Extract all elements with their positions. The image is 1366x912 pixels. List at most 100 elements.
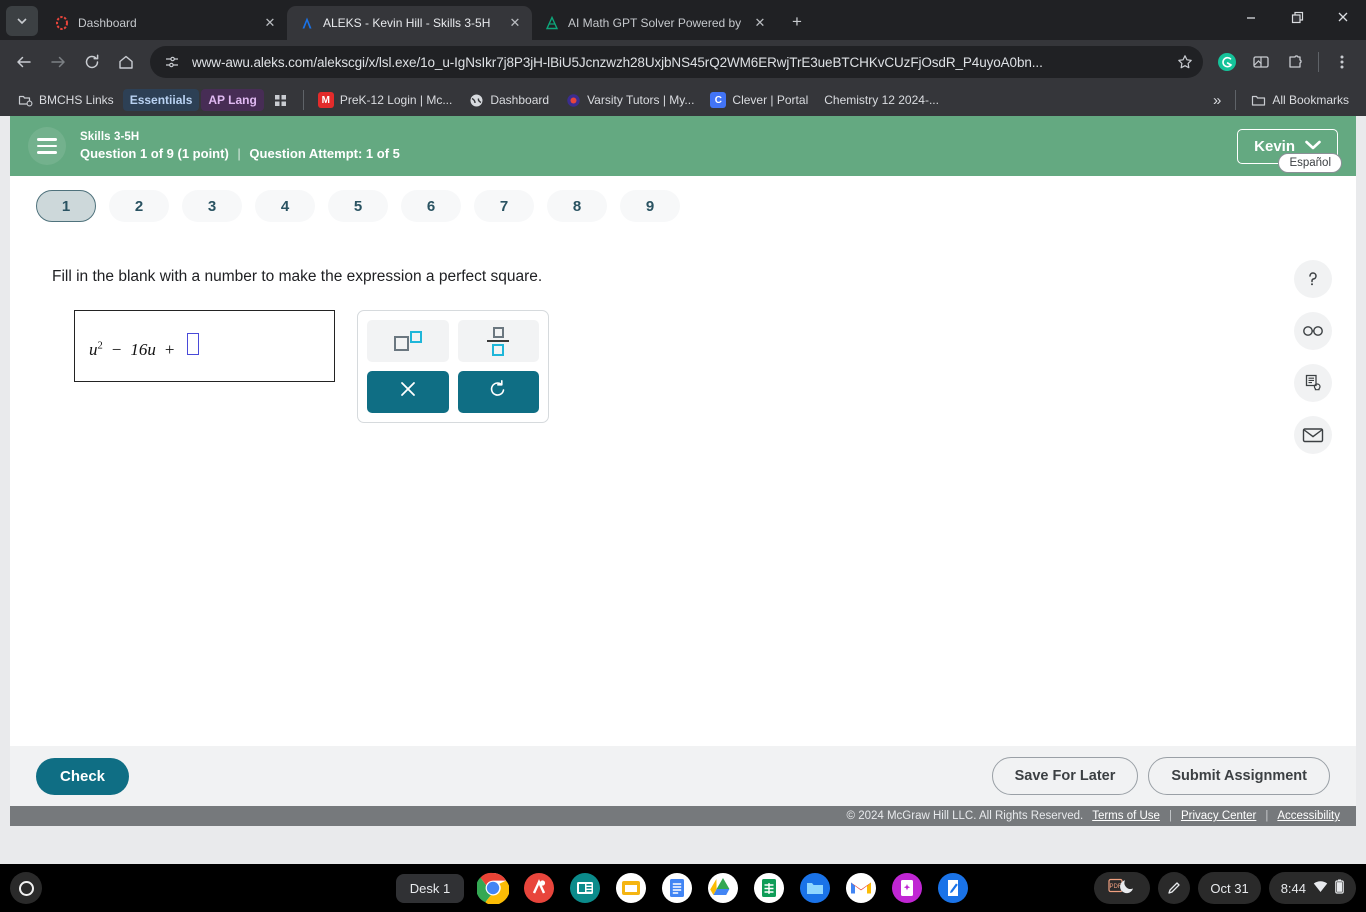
- news-icon[interactable]: [568, 871, 602, 905]
- grammarly-icon[interactable]: [1211, 46, 1243, 78]
- expr-exponent: 2: [97, 339, 103, 351]
- notes-icon[interactable]: [936, 871, 970, 905]
- forward-icon[interactable]: [42, 46, 74, 78]
- tab-search-button[interactable]: [6, 6, 38, 36]
- minimize-button[interactable]: [1228, 0, 1274, 34]
- chrome-menu-icon[interactable]: [1326, 46, 1358, 78]
- files-icon[interactable]: [798, 871, 832, 905]
- check-button[interactable]: Check: [36, 757, 130, 795]
- clear-button[interactable]: [367, 371, 449, 413]
- submit-assignment-button[interactable]: Submit Assignment: [1148, 757, 1330, 795]
- close-icon[interactable]: ✕: [506, 14, 524, 32]
- aleks-blue-icon: [299, 15, 315, 31]
- undo-button[interactable]: [457, 371, 539, 413]
- bookmark-ap-lang[interactable]: AP Lang: [201, 89, 264, 111]
- header-separator: |: [237, 146, 241, 161]
- message-icon[interactable]: [1294, 416, 1332, 454]
- maximize-button[interactable]: [1274, 0, 1320, 34]
- expr-term: 16u: [130, 339, 156, 359]
- expr-plus: +: [164, 339, 175, 359]
- question-pill-9[interactable]: 9: [620, 190, 680, 222]
- slides-yellow-icon[interactable]: [614, 871, 648, 905]
- browser-tab-dashboard[interactable]: Dashboard ✕: [42, 6, 287, 40]
- hamburger-menu-icon[interactable]: [28, 127, 66, 165]
- bookmark-apps-grid[interactable]: [266, 88, 296, 112]
- bookmark-essentiials[interactable]: Essentiials: [122, 89, 200, 111]
- question-pill-8[interactable]: 8: [547, 190, 607, 222]
- all-bookmarks-button[interactable]: All Bookmarks: [1243, 88, 1356, 112]
- magic-icon[interactable]: [890, 871, 924, 905]
- bookmark-clever-portal[interactable]: C Clever | Portal: [703, 88, 815, 112]
- gmail-icon[interactable]: [844, 871, 878, 905]
- question-pill-3[interactable]: 3: [182, 190, 242, 222]
- question-pill-5[interactable]: 5: [328, 190, 388, 222]
- bookmark-dashboard[interactable]: Dashboard: [461, 88, 556, 112]
- pdf-moon-tray[interactable]: PDF: [1094, 872, 1151, 904]
- blank-answer-field[interactable]: [187, 332, 200, 355]
- answer-input-box[interactable]: u2 − 16u +: [74, 310, 335, 382]
- extension-split-icon[interactable]: [1245, 46, 1277, 78]
- date-display[interactable]: Oct 31: [1198, 872, 1261, 904]
- close-icon[interactable]: ✕: [261, 14, 279, 32]
- bookmark-divider-2: [1235, 90, 1237, 110]
- fraction-button[interactable]: [457, 320, 539, 362]
- tab-title: Dashboard: [78, 16, 137, 30]
- save-for-later-button[interactable]: Save For Later: [991, 757, 1139, 795]
- reload-icon[interactable]: [76, 46, 108, 78]
- apps-grid-icon: [273, 92, 289, 108]
- close-window-button[interactable]: [1320, 0, 1366, 34]
- question-pill-2[interactable]: 2: [109, 190, 169, 222]
- explanation-icon[interactable]: [1294, 364, 1332, 402]
- bookmark-prek12-login[interactable]: M PreK-12 Login | Mc...: [311, 88, 460, 112]
- chrome-icon[interactable]: [476, 871, 510, 905]
- star-icon[interactable]: [1173, 46, 1197, 78]
- all-bookmarks-label: All Bookmarks: [1272, 93, 1349, 107]
- window-controls: [1228, 0, 1366, 40]
- extensions-puzzle-icon[interactable]: [1279, 46, 1311, 78]
- privacy-center-link[interactable]: Privacy Center: [1181, 810, 1256, 822]
- stylus-icon[interactable]: [1158, 872, 1191, 904]
- question-pill-4[interactable]: 4: [255, 190, 315, 222]
- terms-of-use-link[interactable]: Terms of Use: [1092, 810, 1160, 822]
- close-icon[interactable]: ✕: [751, 14, 769, 32]
- accessibility-link[interactable]: Accessibility: [1277, 810, 1340, 822]
- tab-title: AI Math GPT Solver Powered by: [568, 16, 742, 30]
- glasses-icon[interactable]: [1294, 312, 1332, 350]
- back-icon[interactable]: [8, 46, 40, 78]
- drive-icon[interactable]: [706, 871, 740, 905]
- question-pill-7[interactable]: 7: [474, 190, 534, 222]
- globe-icon: [468, 92, 484, 108]
- address-bar[interactable]: www-awu.aleks.com/alekscgi/x/lsl.exe/1o_…: [150, 46, 1203, 78]
- status-tray[interactable]: 8:44: [1268, 872, 1356, 904]
- bookmark-label: Dashboard: [490, 93, 550, 107]
- site-settings-icon[interactable]: [162, 46, 182, 78]
- browser-toolbar: www-awu.aleks.com/alekscgi/x/lsl.exe/1o_…: [0, 40, 1366, 84]
- bookmark-varsity-tutors[interactable]: Varsity Tutors | My...: [558, 88, 701, 112]
- bookmark-bmchs-links[interactable]: BMCHS Links: [10, 88, 121, 112]
- sheets-icon[interactable]: [752, 871, 786, 905]
- new-tab-button[interactable]: +: [783, 8, 811, 36]
- battery-icon: [1335, 879, 1344, 897]
- help-icon[interactable]: [1294, 260, 1332, 298]
- bookmark-chemistry-12[interactable]: Chemistry 12 2024-...: [817, 89, 946, 111]
- aleks-red-icon[interactable]: [522, 871, 556, 905]
- browser-tab-ai-math[interactable]: AI Math GPT Solver Powered by ✕: [532, 6, 777, 40]
- browser-tab-aleks[interactable]: ALEKS - Kevin Hill - Skills 3-5H ✕: [287, 6, 532, 40]
- bookmarks-bar: BMCHS Links Essentiials AP Lang M PreK-1…: [0, 84, 1366, 116]
- tab-strip: Dashboard ✕ ALEKS - Kevin Hill - Skills …: [0, 0, 1366, 40]
- folder-icon: [1250, 92, 1266, 108]
- desk-button[interactable]: Desk 1: [395, 873, 465, 903]
- varsity-icon: [565, 92, 581, 108]
- math-gpt-icon: [544, 15, 560, 31]
- folder-settings-icon: [17, 92, 33, 108]
- docs-icon[interactable]: [660, 871, 694, 905]
- bookmarks-overflow-button[interactable]: »: [1206, 88, 1228, 113]
- copyright-text: © 2024 McGraw Hill LLC. All Rights Reser…: [846, 810, 1084, 822]
- question-pill-1[interactable]: 1: [36, 190, 96, 222]
- question-prompt: Fill in the blank with a number to make …: [52, 268, 543, 285]
- espanol-button[interactable]: Español: [1278, 153, 1342, 173]
- home-icon[interactable]: [110, 46, 142, 78]
- copyright-separator-2: |: [1265, 810, 1269, 822]
- question-pill-6[interactable]: 6: [401, 190, 461, 222]
- exponent-button[interactable]: [367, 320, 449, 362]
